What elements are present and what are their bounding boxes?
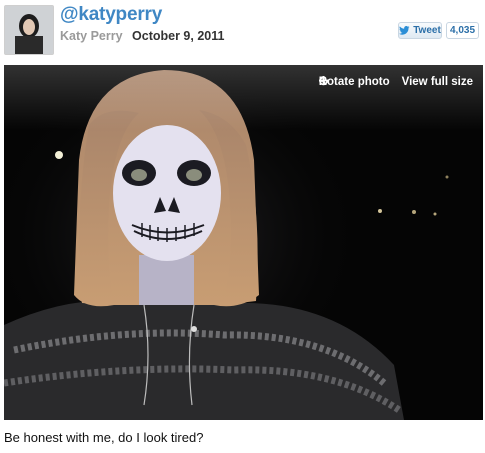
view-full-size-label: View full size — [401, 76, 473, 88]
avatar[interactable] — [4, 5, 54, 55]
tweet-caption: Be honest with me, do I look tired? — [4, 430, 204, 445]
photo-actions: Rotate photo View full size — [318, 76, 473, 88]
display-name[interactable]: Katy Perry — [60, 29, 123, 43]
tweet-button-label: Tweet — [413, 25, 441, 36]
view-full-size-button[interactable]: View full size — [318, 76, 473, 88]
plus-icon — [318, 76, 328, 85]
tweet-photo[interactable]: Rotate photo View full size — [4, 65, 483, 420]
rotate-photo-label: Rotate photo — [318, 76, 390, 88]
twitter-bird-icon — [399, 26, 410, 35]
user-handle[interactable]: @katyperry — [60, 4, 162, 26]
tweet-meta: Katy Perry October 9, 2011 — [60, 29, 224, 43]
photo-image — [4, 65, 483, 420]
rotate-photo-button[interactable]: Rotate photo — [319, 76, 390, 88]
avatar-image — [5, 6, 53, 54]
tweet-button[interactable]: Tweet — [398, 22, 442, 39]
tweet-header: @katyperry Katy Perry October 9, 2011 Tw… — [0, 0, 485, 62]
tweet-count: 4,035 — [446, 22, 479, 39]
tweet-date: October 9, 2011 — [132, 29, 225, 43]
